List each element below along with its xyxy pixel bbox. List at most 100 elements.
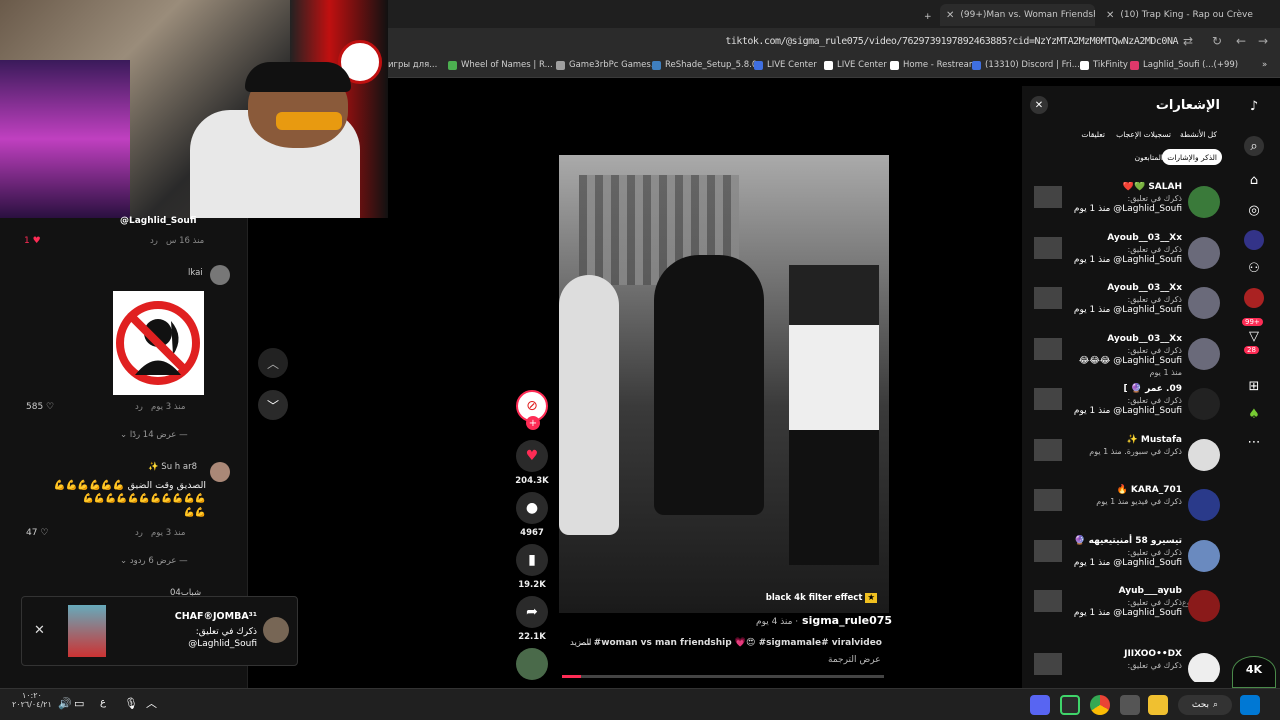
bookmark-item[interactable]: игры для... bbox=[388, 60, 437, 70]
filter-comments[interactable]: تعليقات bbox=[1076, 126, 1110, 142]
tab-active[interactable]: ✕ (99+)Man vs. Woman Friendsh bbox=[940, 4, 1095, 26]
avatar[interactable] bbox=[210, 265, 230, 285]
reload-icon[interactable]: ↻ bbox=[1212, 34, 1222, 48]
avatar[interactable] bbox=[210, 462, 230, 482]
save-button[interactable]: ▮ bbox=[516, 544, 548, 576]
start-button[interactable] bbox=[1240, 695, 1260, 715]
reply-button[interactable]: رد bbox=[150, 236, 158, 246]
notification-item[interactable]: 09. عمر 🔮 ] ذكرك في تعليق: Laghlid_Soufi@ … bbox=[1022, 384, 1228, 432]
notification-item[interactable]: Ayoub__03__Xx ذكرك في تعليق: Laghlid_Soufi… bbox=[1022, 283, 1228, 331]
site-settings-icon[interactable]: ⇄ bbox=[1183, 34, 1193, 48]
video-thumbnail[interactable] bbox=[1034, 186, 1062, 208]
avatar[interactable] bbox=[1188, 539, 1220, 572]
comment-author[interactable]: Su h ar8 ✨ bbox=[148, 462, 197, 472]
filter-followers[interactable]: المتابعون bbox=[1130, 149, 1168, 165]
notification-username[interactable]: KARA_701 🔥 bbox=[1117, 485, 1182, 495]
mention-toast[interactable]: ✕ CHAF®JOMBA³¹ ذكرك في تعليق: Laghlid_So… bbox=[21, 596, 298, 666]
filter-mentions[interactable]: الذكر والإشارات bbox=[1162, 149, 1222, 165]
filter-all[interactable]: كل الأنشطة bbox=[1175, 126, 1222, 142]
translate-button[interactable]: عرض الترجمة bbox=[828, 655, 881, 665]
file-explorer-taskbar-icon[interactable] bbox=[1148, 695, 1168, 715]
back-icon[interactable]: ← bbox=[1236, 34, 1246, 48]
close-icon[interactable]: ✕ bbox=[1030, 96, 1048, 114]
more-icon[interactable]: ⋯ bbox=[1244, 432, 1264, 452]
comment-button[interactable]: ● bbox=[516, 492, 548, 524]
share-button[interactable]: ➦ bbox=[516, 596, 548, 628]
video-progress-bar[interactable] bbox=[562, 675, 884, 678]
close-icon[interactable]: ✕ bbox=[34, 623, 45, 638]
video-player[interactable]: black 4k filter effect ★ bbox=[559, 155, 889, 613]
tiktok-logo-icon[interactable]: ♪ bbox=[1244, 96, 1264, 116]
bookmark-item[interactable]: Wheel of Names | R... bbox=[448, 60, 553, 70]
avatar[interactable] bbox=[1188, 652, 1220, 682]
filter-likes[interactable]: تسجيلات الإعجاب bbox=[1111, 126, 1176, 142]
more-bookmarks-icon[interactable]: » bbox=[1262, 60, 1267, 70]
avatar[interactable] bbox=[1188, 186, 1220, 218]
search-bar[interactable]: بحث ⌕ bbox=[1178, 695, 1232, 715]
avatar[interactable] bbox=[1188, 236, 1220, 269]
avatar[interactable] bbox=[1188, 438, 1220, 471]
bookmark-item[interactable]: LIVE Center bbox=[754, 60, 817, 70]
volume-icon[interactable]: 🔊 bbox=[58, 697, 72, 710]
search-icon[interactable]: ⌕ bbox=[1244, 136, 1264, 156]
bookmark-item[interactable]: Game3rbPc Games... bbox=[556, 60, 659, 70]
video-thumbnail[interactable] bbox=[1034, 652, 1062, 675]
view-replies-button[interactable]: — عرض 6 ردود ⌄ bbox=[120, 556, 188, 566]
bookmark-item[interactable]: Laghlid_Soufi (...(+99) bbox=[1130, 60, 1238, 70]
notification-username[interactable]: تيسيرو 58 أمنيتيعيهه 🔮 bbox=[1074, 536, 1182, 546]
upload-icon[interactable]: ⊞ bbox=[1244, 376, 1264, 396]
home-icon[interactable]: ⌂ bbox=[1244, 170, 1264, 190]
video-thumbnail[interactable] bbox=[1034, 337, 1062, 360]
new-tab-button[interactable]: + bbox=[918, 6, 938, 28]
tab-youtube[interactable]: ✕ (10) Trap King - Rap ou Crève ( bbox=[1100, 4, 1255, 26]
notification-username[interactable]: SALAH 💚❤️ bbox=[1123, 182, 1182, 192]
explore-icon[interactable]: ◎ bbox=[1244, 200, 1264, 220]
music-disc[interactable] bbox=[516, 648, 548, 680]
bookmark-item[interactable]: TikFinity bbox=[1080, 60, 1128, 70]
notification-item[interactable]: Mustafa ✨ ذكرك في سبورة. منذ 1 يوم bbox=[1022, 435, 1228, 483]
notification-item[interactable]: KARA_701 🔥 ذكرك في فيديو منذ 1 يوم bbox=[1022, 485, 1228, 533]
url-field[interactable]: tiktok.com/@sigma_rule075/video/76297391… bbox=[725, 36, 1178, 47]
avatar[interactable] bbox=[1188, 337, 1220, 370]
video-thumbnail[interactable] bbox=[1034, 388, 1062, 410]
app-taskbar-icon[interactable] bbox=[1060, 695, 1080, 715]
forward-icon[interactable]: → bbox=[1258, 34, 1268, 48]
like-count[interactable]: 1 ♥ bbox=[24, 236, 41, 246]
video-thumbnail[interactable] bbox=[1034, 438, 1062, 461]
notification-username[interactable]: Mustafa ✨ bbox=[1127, 435, 1182, 445]
notification-item[interactable]: Ayub___ayub ذكرك في تعليق: Laghlid_Soufi@ … bbox=[1022, 586, 1228, 634]
notification-username[interactable]: JIIXOO••DX bbox=[1124, 649, 1182, 659]
friends-icon[interactable]: ⚇ bbox=[1244, 258, 1264, 278]
inbox-icon[interactable]: ▽ bbox=[1244, 326, 1264, 346]
reply-button[interactable]: رد bbox=[135, 528, 143, 538]
chrome-taskbar-icon[interactable] bbox=[1090, 695, 1110, 715]
avatar[interactable] bbox=[1188, 287, 1220, 319]
avatar[interactable] bbox=[1188, 489, 1220, 521]
video-thumbnail[interactable] bbox=[1034, 590, 1062, 612]
microphone-icon[interactable]: 🎙 bbox=[124, 697, 138, 710]
discord-taskbar-icon[interactable] bbox=[1030, 695, 1050, 715]
next-video-button[interactable]: ﹀ bbox=[258, 390, 288, 420]
notification-username[interactable]: 09. عمر 🔮 ] bbox=[1124, 384, 1182, 394]
view-replies-button[interactable]: — عرض 14 ردًا ⌄ bbox=[120, 430, 188, 440]
video-thumbnail[interactable] bbox=[1034, 489, 1062, 511]
comment-author[interactable]: lkai bbox=[188, 268, 203, 278]
tray-chevron-icon[interactable]: ︿ bbox=[146, 695, 157, 711]
notification-username[interactable]: Ayoub__03__Xx bbox=[1107, 334, 1182, 344]
bookmark-item[interactable]: LIVE Center bbox=[824, 60, 887, 70]
bookmark-item[interactable]: (13310) Discord | Fri... bbox=[972, 60, 1080, 70]
like-count[interactable]: 47 ♡ bbox=[26, 528, 48, 538]
notification-item[interactable]: Ayoub__03__Xx ذكرك في تعليق: Laghlid_Soufi… bbox=[1022, 334, 1228, 382]
gift-icon[interactable]: ♠ bbox=[1244, 404, 1264, 424]
app-taskbar-icon[interactable] bbox=[1120, 695, 1140, 715]
notification-username[interactable]: Ayoub__03__Xx bbox=[1107, 283, 1182, 293]
avatar[interactable] bbox=[1188, 590, 1220, 622]
clock[interactable]: ١٠:٢٠ ٢٠٢٦/٠٤/٢١ bbox=[12, 691, 52, 709]
close-tab-icon[interactable]: ✕ bbox=[946, 10, 954, 21]
notification-item[interactable]: تيسيرو 58 أمنيتيعيهه 🔮 ذكرك في تعليق: Lagh… bbox=[1022, 536, 1228, 584]
like-count[interactable]: 585 ♡ bbox=[26, 402, 54, 412]
video-thumbnail[interactable] bbox=[1034, 539, 1062, 562]
like-button[interactable]: ♥ bbox=[516, 440, 548, 472]
video-author[interactable]: sigma_rule075 · منذ 4 يوم bbox=[756, 614, 892, 627]
bookmark-item[interactable]: ReShade_Setup_5.8.0 bbox=[652, 60, 757, 70]
